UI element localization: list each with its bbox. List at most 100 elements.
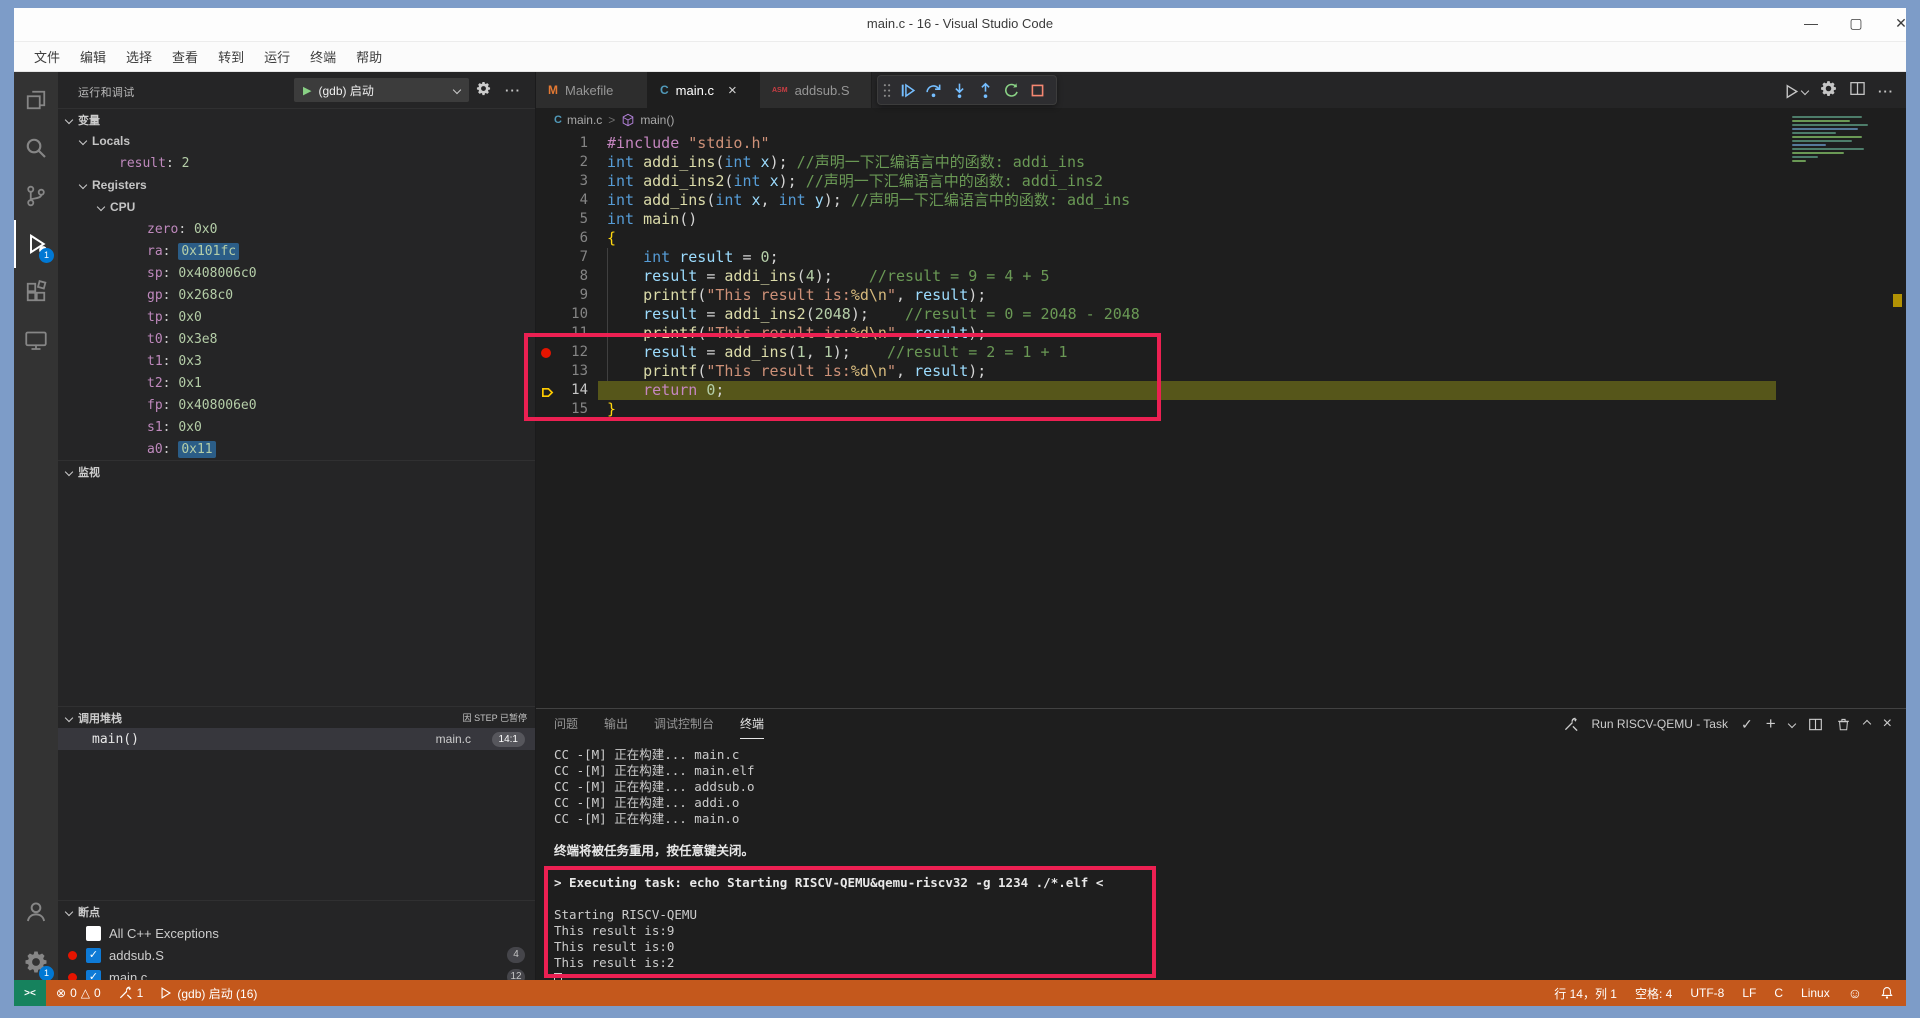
step-out-icon[interactable] — [972, 77, 998, 103]
panel-tab-输出[interactable]: 输出 — [604, 709, 628, 739]
account-icon[interactable] — [14, 888, 58, 936]
line-number[interactable]: 7 — [552, 248, 588, 267]
variables-row[interactable]: Locals — [58, 130, 535, 152]
debug-session-status[interactable]: (gdb) 启动 (16) — [159, 985, 257, 1002]
register-row-fp[interactable]: fp: 0x408006e0 — [58, 394, 535, 416]
status-item[interactable]: C — [1774, 985, 1783, 1002]
register-row-t1[interactable]: t1: 0x3 — [58, 350, 535, 372]
status-item[interactable]: 行 14，列 1 — [1554, 985, 1617, 1002]
line-number[interactable]: 9 — [552, 286, 588, 305]
toolbar-grip[interactable] — [880, 77, 894, 103]
line-number[interactable]: 11 — [552, 324, 588, 343]
register-row-s1[interactable]: s1: 0x0 — [58, 416, 535, 438]
feedback-icon[interactable]: ☺ — [1848, 985, 1862, 1001]
terminal-task-label[interactable]: Run RISCV-QEMU - Task — [1592, 717, 1728, 731]
variables-row[interactable]: result: 2 — [58, 152, 535, 174]
register-row-gp[interactable]: gp: 0x268c0 — [58, 284, 535, 306]
line-number[interactable]: 2 — [552, 153, 588, 172]
line-number[interactable]: 13 — [552, 362, 588, 381]
kill-terminal-icon[interactable] — [1836, 717, 1851, 732]
line-number[interactable]: 3 — [552, 172, 588, 191]
split-editor-icon[interactable] — [1849, 80, 1866, 102]
line-number[interactable]: 14 — [552, 381, 588, 400]
panel-tab-问题[interactable]: 问题 — [554, 709, 578, 739]
breadcrumb[interactable]: C main.c > main() — [536, 108, 1906, 132]
explorer-icon[interactable] — [14, 76, 58, 124]
line-number[interactable]: 5 — [552, 210, 588, 229]
new-terminal-icon[interactable]: + — [1766, 714, 1776, 734]
menu-终端[interactable]: 终端 — [300, 43, 346, 70]
close-button[interactable]: ✕ — [1886, 15, 1916, 35]
breakpoint-row-addsub.S[interactable]: ✓addsub.S4 — [58, 944, 535, 966]
start-debug-icon[interactable]: ▶ — [303, 84, 311, 97]
tab-addsub.S[interactable]: ASMaddsub.S — [760, 72, 872, 108]
status-item[interactable]: 空格: 4 — [1635, 985, 1672, 1002]
status-item[interactable]: Linux — [1801, 985, 1830, 1002]
settings-gear-icon[interactable]: 1 — [14, 938, 58, 986]
menu-查看[interactable]: 查看 — [162, 43, 208, 70]
panel-tab-调试控制台[interactable]: 调试控制台 — [654, 709, 714, 739]
menu-选择[interactable]: 选择 — [116, 43, 162, 70]
launch-config-dropdown[interactable]: ▶ (gdb) 启动 — [294, 78, 469, 102]
register-row-ra[interactable]: ra: 0x101fc — [58, 240, 535, 262]
maximize-panel-icon[interactable] — [1862, 720, 1870, 728]
editor-more-icon[interactable]: ··· — [1878, 84, 1894, 99]
debug-settings-gear-icon[interactable] — [476, 81, 491, 101]
register-row-t2[interactable]: t2: 0x1 — [58, 372, 535, 394]
tab-Makefile[interactable]: MMakefile — [536, 72, 648, 108]
editor-gear-icon[interactable] — [1820, 80, 1837, 102]
breakpoint-dot-icon[interactable] — [541, 348, 551, 358]
continue-icon[interactable] — [894, 77, 920, 103]
register-row-zero[interactable]: zero: 0x0 — [58, 218, 535, 240]
step-into-icon[interactable] — [946, 77, 972, 103]
breakpoints-section-header[interactable]: 断点 — [58, 900, 535, 922]
breakpoint-checkbox[interactable]: ✓ — [86, 948, 101, 963]
breadcrumb-symbol[interactable]: main() — [640, 113, 674, 127]
stack-frame-row[interactable]: main() main.c 14:1 — [58, 728, 535, 750]
line-number[interactable]: 1 — [552, 134, 588, 153]
tab-main.c[interactable]: Cmain.c× — [648, 72, 760, 108]
register-row-a0[interactable]: a0: 0x11 — [58, 438, 535, 460]
register-row-sp[interactable]: sp: 0x408006c0 — [58, 262, 535, 284]
breakpoint-row-All C++ Exceptions[interactable]: All C++ Exceptions — [58, 922, 535, 944]
source-control-icon[interactable] — [14, 172, 58, 220]
terminal-dropdown-icon[interactable] — [1787, 720, 1795, 728]
line-number[interactable]: 8 — [552, 267, 588, 286]
line-number[interactable]: 12 — [552, 343, 588, 362]
variables-row[interactable]: Registers — [58, 174, 535, 196]
problems-status[interactable]: ⊗0 △0 — [56, 986, 101, 1000]
run-file-icon[interactable] — [1783, 83, 1808, 100]
variables-section-header[interactable]: 变量 — [58, 108, 535, 130]
maximize-button[interactable]: ▢ — [1841, 15, 1871, 35]
register-row-t0[interactable]: t0: 0x3e8 — [58, 328, 535, 350]
menu-运行[interactable]: 运行 — [254, 43, 300, 70]
close-tab-icon[interactable]: × — [728, 82, 737, 99]
minimize-button[interactable]: — — [1796, 15, 1826, 35]
status-item[interactable]: UTF-8 — [1690, 985, 1724, 1002]
stop-icon[interactable] — [1024, 77, 1050, 103]
variables-row[interactable]: CPU — [58, 196, 535, 218]
breadcrumb-file[interactable]: main.c — [567, 113, 602, 127]
close-panel-icon[interactable]: × — [1883, 715, 1892, 733]
terminal-output[interactable]: CC -[M] 正在构建... main.cCC -[M] 正在构建... ma… — [554, 747, 1103, 987]
restart-icon[interactable] — [998, 77, 1024, 103]
register-row-tp[interactable]: tp: 0x0 — [58, 306, 535, 328]
menu-文件[interactable]: 文件 — [24, 43, 70, 70]
menu-编辑[interactable]: 编辑 — [70, 43, 116, 70]
call-stack-section-header[interactable]: 调用堆栈 因 STEP 已暂停 — [58, 706, 535, 728]
code-editor[interactable]: 1#include "stdio.h"2int addi_ins(int x);… — [536, 132, 1906, 708]
sidebar-more-icon[interactable]: ··· — [505, 83, 521, 98]
line-number[interactable]: 15 — [552, 400, 588, 419]
remote-indicator[interactable]: >< — [14, 980, 46, 1006]
menu-转到[interactable]: 转到 — [208, 43, 254, 70]
step-over-icon[interactable] — [920, 77, 946, 103]
panel-tab-终端[interactable]: 终端 — [740, 709, 764, 739]
remote-explorer-icon[interactable] — [14, 316, 58, 364]
menu-帮助[interactable]: 帮助 — [346, 43, 392, 70]
search-icon[interactable] — [14, 124, 58, 172]
line-number[interactable]: 6 — [552, 229, 588, 248]
extensions-icon[interactable] — [14, 268, 58, 316]
split-terminal-icon[interactable] — [1808, 717, 1823, 732]
notifications-bell-icon[interactable] — [1880, 986, 1894, 1000]
run-and-debug-icon[interactable]: 1 — [14, 220, 58, 268]
